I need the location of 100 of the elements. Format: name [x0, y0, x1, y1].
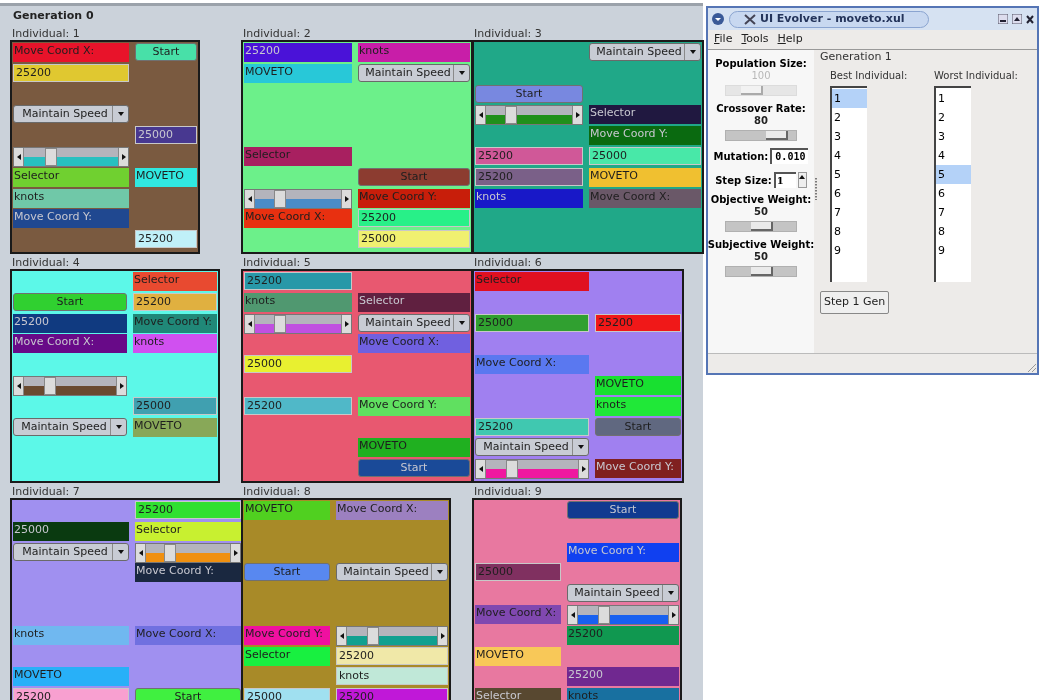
- label: MOVETO: [13, 667, 129, 687]
- label: MOVETO: [589, 167, 701, 187]
- list-item[interactable]: 8: [936, 222, 971, 241]
- label: Move Coord Y:: [567, 542, 679, 562]
- label: knots: [475, 188, 583, 208]
- text-field[interactable]: 25200: [244, 396, 352, 415]
- generation-title: Generation 0: [12, 8, 95, 24]
- label: Selector: [589, 105, 701, 125]
- dropdown[interactable]: Maintain Speed: [13, 417, 127, 436]
- label: Move Coord Y:: [589, 126, 701, 146]
- individual-label: Individual: 3: [473, 27, 543, 40]
- setting-label: Population Size:: [715, 58, 807, 70]
- label: Move Coord Y:: [135, 563, 241, 583]
- menu-item[interactable]: Tools: [741, 31, 769, 48]
- label: knots: [133, 334, 217, 354]
- text-field[interactable]: 25000: [589, 147, 701, 165]
- label: MOVETO: [244, 500, 330, 520]
- label: Selector: [475, 688, 561, 700]
- text-field[interactable]: 25200: [133, 292, 217, 311]
- text-field[interactable]: 25200: [475, 147, 583, 165]
- start-button[interactable]: Start: [244, 563, 330, 582]
- list-item[interactable]: 7: [832, 203, 867, 222]
- text-field[interactable]: 25000: [475, 313, 589, 332]
- label: Move Coord X:: [13, 43, 129, 62]
- dropdown[interactable]: Maintain Speed: [567, 584, 679, 603]
- individual-label: Individual: 5: [242, 255, 312, 269]
- menu-item[interactable]: Help: [777, 31, 803, 48]
- text-field[interactable]: 25200: [358, 209, 470, 228]
- label: MOVETO: [135, 167, 197, 187]
- list-item[interactable]: 1: [832, 89, 867, 108]
- start-button[interactable]: Start: [13, 292, 127, 311]
- start-button[interactable]: Start: [475, 84, 583, 103]
- setting-label: Mutation:: [713, 149, 769, 164]
- individual-label: Individual: 6: [473, 255, 543, 269]
- label: Selector: [244, 147, 352, 166]
- text-field[interactable]: 25000: [244, 355, 352, 374]
- text-field[interactable]: 25200: [13, 688, 129, 700]
- individual-list[interactable]: 1 2 3 4 5 6 7 8 9: [934, 86, 971, 282]
- list-item[interactable]: 1: [936, 89, 971, 108]
- label: MOVETO: [358, 438, 470, 458]
- label: Selector: [358, 292, 470, 312]
- dropdown[interactable]: Maintain Speed: [336, 563, 448, 582]
- label: knots: [358, 43, 470, 62]
- label: Move Coord X:: [589, 188, 701, 208]
- label: Move Coord Y:: [133, 313, 217, 333]
- text-field[interactable]: 25200: [244, 271, 352, 290]
- list-heading: Worst Individual:: [934, 69, 1019, 83]
- list-item[interactable]: 8: [832, 222, 867, 241]
- text-field[interactable]: 25000: [133, 396, 217, 415]
- dropdown[interactable]: Maintain Speed: [475, 438, 589, 457]
- text-field[interactable]: 25200: [595, 313, 681, 332]
- text-field[interactable]: 25200: [135, 230, 197, 249]
- list-item[interactable]: 2: [832, 108, 867, 127]
- list-item[interactable]: 9: [936, 241, 971, 260]
- label: 25200: [567, 625, 679, 645]
- start-button[interactable]: Start: [135, 43, 197, 61]
- step-size-field[interactable]: 1: [773, 172, 796, 188]
- list-item[interactable]: 9: [832, 241, 867, 260]
- text-field[interactable]: 25000: [135, 126, 197, 145]
- start-button[interactable]: Start: [135, 688, 241, 700]
- individual-label: Individual: 7: [11, 484, 81, 498]
- text-field[interactable]: knots: [336, 667, 448, 686]
- text-field[interactable]: 25000: [358, 230, 470, 249]
- dropdown[interactable]: Maintain Speed: [589, 43, 701, 61]
- dropdown[interactable]: Maintain Speed: [358, 313, 470, 332]
- label: MOVETO: [133, 417, 217, 437]
- text-field[interactable]: 25000: [244, 688, 330, 700]
- label: Selector: [133, 271, 217, 291]
- text-field[interactable]: 25200: [336, 646, 448, 665]
- list-item[interactable]: 5: [832, 165, 867, 184]
- text-field[interactable]: 25200: [13, 63, 129, 82]
- list-item[interactable]: 4: [936, 146, 971, 165]
- list-item[interactable]: 3: [936, 127, 971, 146]
- setting-label: Crossover Rate:: [716, 103, 806, 115]
- label: Selector: [135, 521, 241, 541]
- menu-item[interactable]: File: [714, 31, 733, 48]
- dropdown[interactable]: Maintain Speed: [13, 105, 129, 124]
- individual-label: Individual: 8: [242, 484, 312, 498]
- list-item[interactable]: 2: [936, 108, 971, 127]
- list-item[interactable]: 7: [936, 203, 971, 222]
- mutation-field[interactable]: 0.010: [770, 148, 809, 164]
- start-button[interactable]: Start: [358, 459, 470, 478]
- dropdown[interactable]: Maintain Speed: [358, 63, 470, 82]
- list-item[interactable]: 4: [832, 146, 867, 165]
- individual-label: Individual: 9: [473, 484, 543, 498]
- dropdown[interactable]: Maintain Speed: [13, 542, 129, 561]
- setting-label: Objective Weight:: [710, 194, 812, 206]
- list-item[interactable]: 3: [832, 127, 867, 146]
- text-field[interactable]: 25200: [135, 500, 241, 519]
- list-item[interactable]: 6: [936, 184, 971, 203]
- list-item[interactable]: 5: [936, 165, 971, 184]
- text-field[interactable]: 25200: [475, 417, 589, 436]
- individual-list[interactable]: 1 2 3 4 5 6 7 8 9: [830, 86, 867, 282]
- start-button[interactable]: Start: [567, 500, 679, 519]
- label: knots: [13, 188, 129, 208]
- label: Selector: [475, 271, 589, 291]
- list-item[interactable]: 6: [832, 184, 867, 203]
- label: Move Coord Y:: [595, 459, 681, 479]
- step-button[interactable]: Step 1 Gen: [820, 290, 890, 314]
- label: knots: [13, 625, 129, 645]
